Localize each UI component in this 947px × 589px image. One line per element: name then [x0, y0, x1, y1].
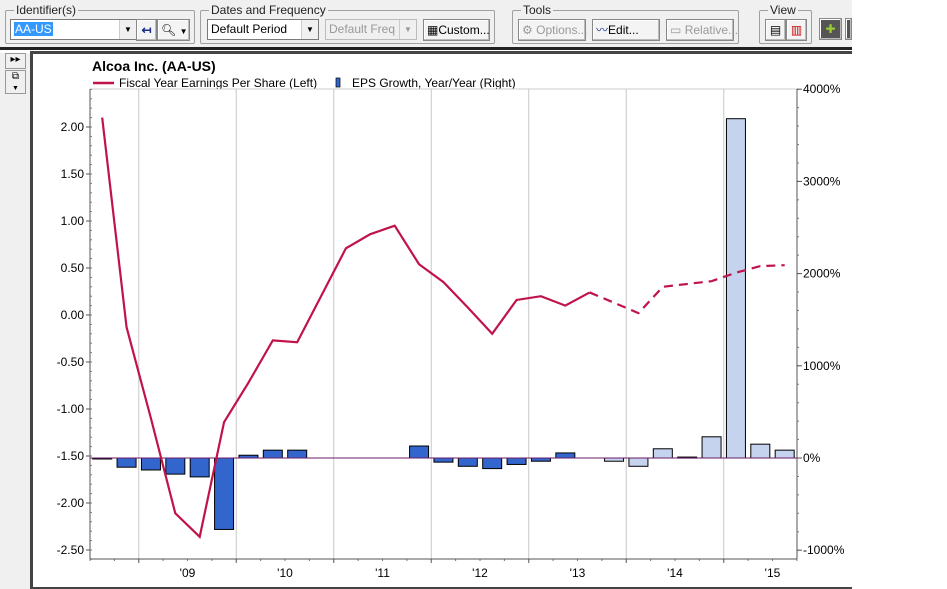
growth-bar	[165, 457, 186, 475]
x-tick-label: '15	[765, 566, 781, 580]
growth-bar-estimate	[628, 457, 649, 467]
growth-bar-estimate	[652, 448, 673, 459]
left-tick-label: 1.00	[61, 214, 85, 228]
left-tick-label: -2.50	[57, 543, 85, 557]
growth-bar	[116, 457, 137, 468]
left-tick-label: -2.00	[57, 496, 85, 510]
growth-bar-estimate	[701, 436, 722, 459]
right-tick-label: 0%	[803, 451, 821, 465]
left-tick-label: 0.00	[61, 308, 85, 322]
growth-bar	[506, 457, 527, 465]
growth-bar	[287, 449, 308, 459]
x-tick-label: '14	[667, 566, 683, 580]
x-tick-label: '09	[180, 566, 196, 580]
growth-bar	[409, 445, 430, 459]
x-tick-label: '12	[472, 566, 488, 580]
x-tick-label: '13	[570, 566, 586, 580]
right-tick-label: 4000%	[803, 82, 841, 96]
left-tick-label: -1.00	[57, 402, 85, 416]
growth-bar	[555, 452, 576, 459]
x-tick-label: '10	[277, 566, 293, 580]
chart-title: Alcoa Inc. (AA-US)	[92, 58, 216, 74]
left-tick-label: -0.50	[57, 355, 85, 369]
right-tick-label: 3000%	[803, 174, 841, 188]
legend-eps-label: Fiscal Year Earnings Per Share (Left)	[119, 76, 317, 90]
left-tick-label: 2.00	[61, 120, 85, 134]
eps-chart: Alcoa Inc. (AA-US) Fiscal Year Earnings …	[57, 58, 845, 580]
right-tick-label: -1000%	[803, 543, 845, 557]
growth-bar	[189, 457, 210, 478]
growth-bar	[457, 457, 478, 467]
right-tick-label: 1000%	[803, 359, 841, 373]
left-tick-label: -1.50	[57, 449, 85, 463]
right-tick-label: 2000%	[803, 267, 841, 281]
growth-bar	[214, 457, 235, 530]
x-tick-label: '11	[375, 566, 390, 580]
growth-bar-estimate	[725, 118, 746, 459]
growth-bar-estimate	[774, 449, 795, 459]
growth-bar-estimate	[750, 443, 771, 459]
left-tick-label: 1.50	[61, 167, 85, 181]
growth-bar	[433, 457, 454, 463]
legend-growth-swatch	[335, 77, 341, 88]
legend-growth-label: EPS Growth, Year/Year (Right)	[352, 76, 516, 90]
left-tick-label: 0.50	[61, 261, 85, 275]
growth-bar	[262, 449, 283, 459]
growth-bar	[482, 457, 503, 470]
growth-bar	[140, 457, 161, 471]
eps-line-estimate	[589, 264, 785, 315]
